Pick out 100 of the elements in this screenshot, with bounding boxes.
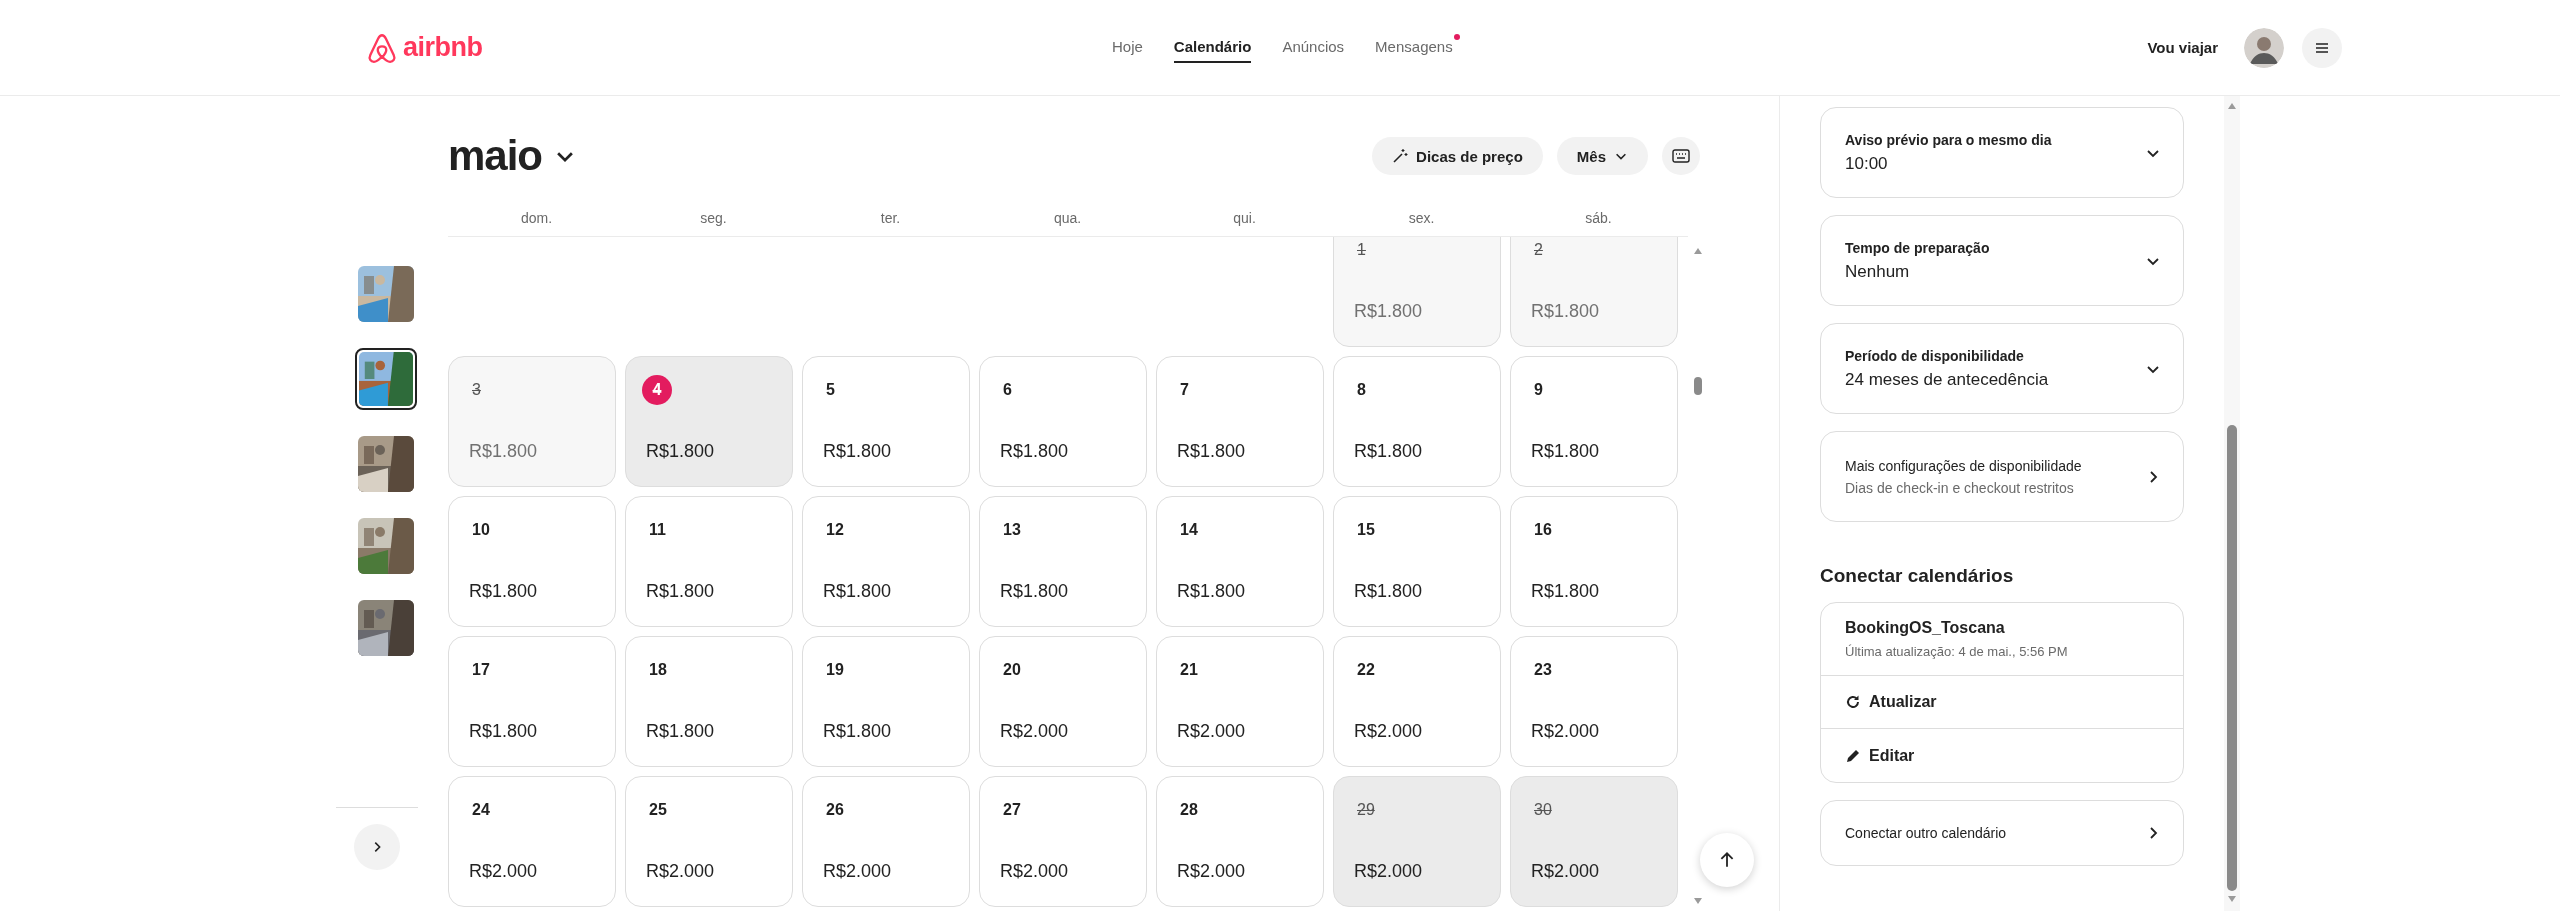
day-number: 16 — [1534, 521, 1552, 539]
menu-button[interactable] — [2302, 27, 2342, 68]
day-number: 23 — [1534, 661, 1552, 679]
scrollbar-thumb[interactable] — [2227, 424, 2237, 891]
edit-button[interactable]: Editar — [1821, 729, 2183, 782]
day-cell[interactable]: 11 R$1.800 — [625, 496, 793, 627]
listing-thumbnail[interactable] — [355, 348, 417, 410]
day-number: 13 — [1003, 521, 1021, 539]
month-selector[interactable]: maio — [448, 132, 577, 180]
listing-thumbnail[interactable] — [358, 600, 414, 656]
day-cell[interactable]: 23 R$2.000 — [1510, 636, 1678, 767]
day-cell[interactable]: 14 R$1.800 — [1156, 496, 1324, 627]
day-cell[interactable]: 29 R$2.000 — [1333, 776, 1501, 907]
day-cell[interactable]: 17 R$1.800 — [448, 636, 616, 767]
day-cell[interactable]: 9 R$1.800 — [1510, 356, 1678, 487]
day-number: 26 — [826, 801, 844, 819]
price-tips-button[interactable]: Dicas de preço — [1372, 137, 1543, 175]
setting-title: Período de disponibilidade — [1845, 347, 2025, 364]
day-number: 25 — [649, 801, 667, 819]
scroll-down-icon[interactable] — [2227, 895, 2237, 903]
day-cell[interactable]: 13 R$1.800 — [979, 496, 1147, 627]
view-dropdown[interactable]: Mês — [1556, 137, 1648, 175]
day-cell[interactable]: 2 R$1.800 — [1510, 237, 1678, 347]
day-cell[interactable]: 22 R$2.000 — [1333, 636, 1501, 767]
setting-card[interactable]: Tempo de preparação Nenhum — [1820, 215, 2184, 306]
weekday-label: qua. — [1052, 210, 1083, 226]
scroll-up-icon[interactable] — [1693, 247, 1703, 255]
day-cell[interactable]: 20 R$2.000 — [979, 636, 1147, 767]
day-number: 22 — [1357, 661, 1375, 679]
day-cell[interactable]: 21 R$2.000 — [1156, 636, 1324, 767]
nav-tab[interactable]: Mensagens — [1375, 32, 1453, 63]
day-price: R$2.000 — [646, 861, 716, 882]
day-price: R$2.000 — [469, 861, 539, 882]
day-cell[interactable]: 5 R$1.800 — [802, 356, 970, 487]
day-cell[interactable]: 25 R$2.000 — [625, 776, 793, 907]
day-cell[interactable]: 15 R$1.800 — [1333, 496, 1501, 627]
day-cell[interactable]: 12 R$1.800 — [802, 496, 970, 627]
day-cell[interactable]: 1 R$1.800 — [1333, 237, 1501, 347]
day-price: R$1.800 — [1000, 441, 1070, 462]
day-cell[interactable]: 6 R$1.800 — [979, 356, 1147, 487]
nav-tab[interactable]: Anúncios — [1282, 32, 1345, 63]
day-number: 8 — [1357, 381, 1366, 399]
airbnb-logo[interactable]: airbnb — [365, 30, 483, 65]
scroll-down-icon[interactable] — [1693, 897, 1703, 905]
weekday-label: qui. — [1232, 210, 1257, 226]
day-cell[interactable]: 26 R$2.000 — [802, 776, 970, 907]
day-number: 12 — [826, 521, 844, 539]
day-price: R$1.800 — [1354, 441, 1424, 462]
day-number: 3 — [472, 381, 481, 399]
setting-card[interactable]: Período de disponibilidade 24 meses de antecedência — [1820, 323, 2184, 414]
day-cell[interactable]: 28 R$2.000 — [1156, 776, 1324, 907]
scrollbar-thumb[interactable] — [1694, 377, 1702, 395]
weekday-label: dom. — [519, 210, 554, 226]
day-cell[interactable]: 4 R$1.800 — [625, 356, 793, 487]
day-cell[interactable]: 27 R$2.000 — [979, 776, 1147, 907]
day-number: 28 — [1180, 801, 1198, 819]
day-number: 30 — [1534, 801, 1552, 819]
scroll-up-icon[interactable] — [2227, 102, 2237, 110]
listing-thumbnail[interactable] — [358, 436, 414, 492]
day-number: 6 — [1003, 381, 1012, 399]
listing-thumbnail[interactable] — [358, 266, 414, 322]
last-update-text: Última atualização: 4 de mai., 5:56 PM — [1845, 644, 2069, 659]
day-price: R$1.800 — [469, 581, 539, 602]
day-cell[interactable]: 16 R$1.800 — [1510, 496, 1678, 627]
day-number: 2 — [1534, 241, 1543, 259]
day-cell[interactable]: 10 R$1.800 — [448, 496, 616, 627]
travel-link[interactable]: Vou viajar — [2147, 39, 2218, 56]
day-number: 1 — [1357, 241, 1366, 259]
refresh-icon — [1845, 694, 1861, 710]
setting-title: Tempo de preparação — [1845, 239, 1990, 256]
avatar[interactable] — [2244, 27, 2284, 68]
setting-card[interactable]: Mais configurações de disponibilidade Dias de check-in e checkout restritos — [1820, 431, 2184, 522]
day-price: R$1.800 — [646, 581, 716, 602]
day-number: 18 — [649, 661, 667, 679]
nav-tab[interactable]: Hoje — [1112, 32, 1143, 63]
listing-thumbnail[interactable] — [358, 518, 414, 574]
day-price: R$1.800 — [646, 441, 716, 462]
day-cell[interactable]: 30 R$2.000 — [1510, 776, 1678, 907]
day-cell[interactable]: 7 R$1.800 — [1156, 356, 1324, 487]
day-cell[interactable]: 8 R$1.800 — [1333, 356, 1501, 487]
setting-value: Dias de check-in e checkout restritos — [1845, 479, 2075, 496]
day-price: R$2.000 — [1531, 861, 1601, 882]
connect-calendar-card[interactable]: Conectar outro calendário — [1820, 800, 2184, 866]
day-cell[interactable]: 18 R$1.800 — [625, 636, 793, 767]
setting-value: Nenhum — [1845, 261, 1911, 282]
refresh-button[interactable]: Atualizar — [1821, 676, 2183, 729]
day-price: R$1.800 — [1177, 581, 1247, 602]
day-number: 10 — [472, 521, 490, 539]
setting-card[interactable]: Aviso prévio para o mesmo dia 10:00 — [1820, 107, 2184, 198]
day-number: 4 — [642, 375, 672, 405]
day-cell[interactable]: 3 R$1.800 — [448, 356, 616, 487]
day-number: 14 — [1180, 521, 1198, 539]
setting-title: Mais configurações de disponibilidade — [1845, 457, 2082, 474]
keyboard-button[interactable] — [1662, 137, 1700, 175]
day-price: R$1.800 — [1531, 581, 1601, 602]
nav-tab[interactable]: Calendário — [1173, 32, 1252, 63]
day-cell[interactable]: 19 R$1.800 — [802, 636, 970, 767]
day-price: R$2.000 — [1354, 861, 1424, 882]
day-cell[interactable]: 24 R$2.000 — [448, 776, 616, 907]
day-number: 29 — [1357, 801, 1375, 819]
